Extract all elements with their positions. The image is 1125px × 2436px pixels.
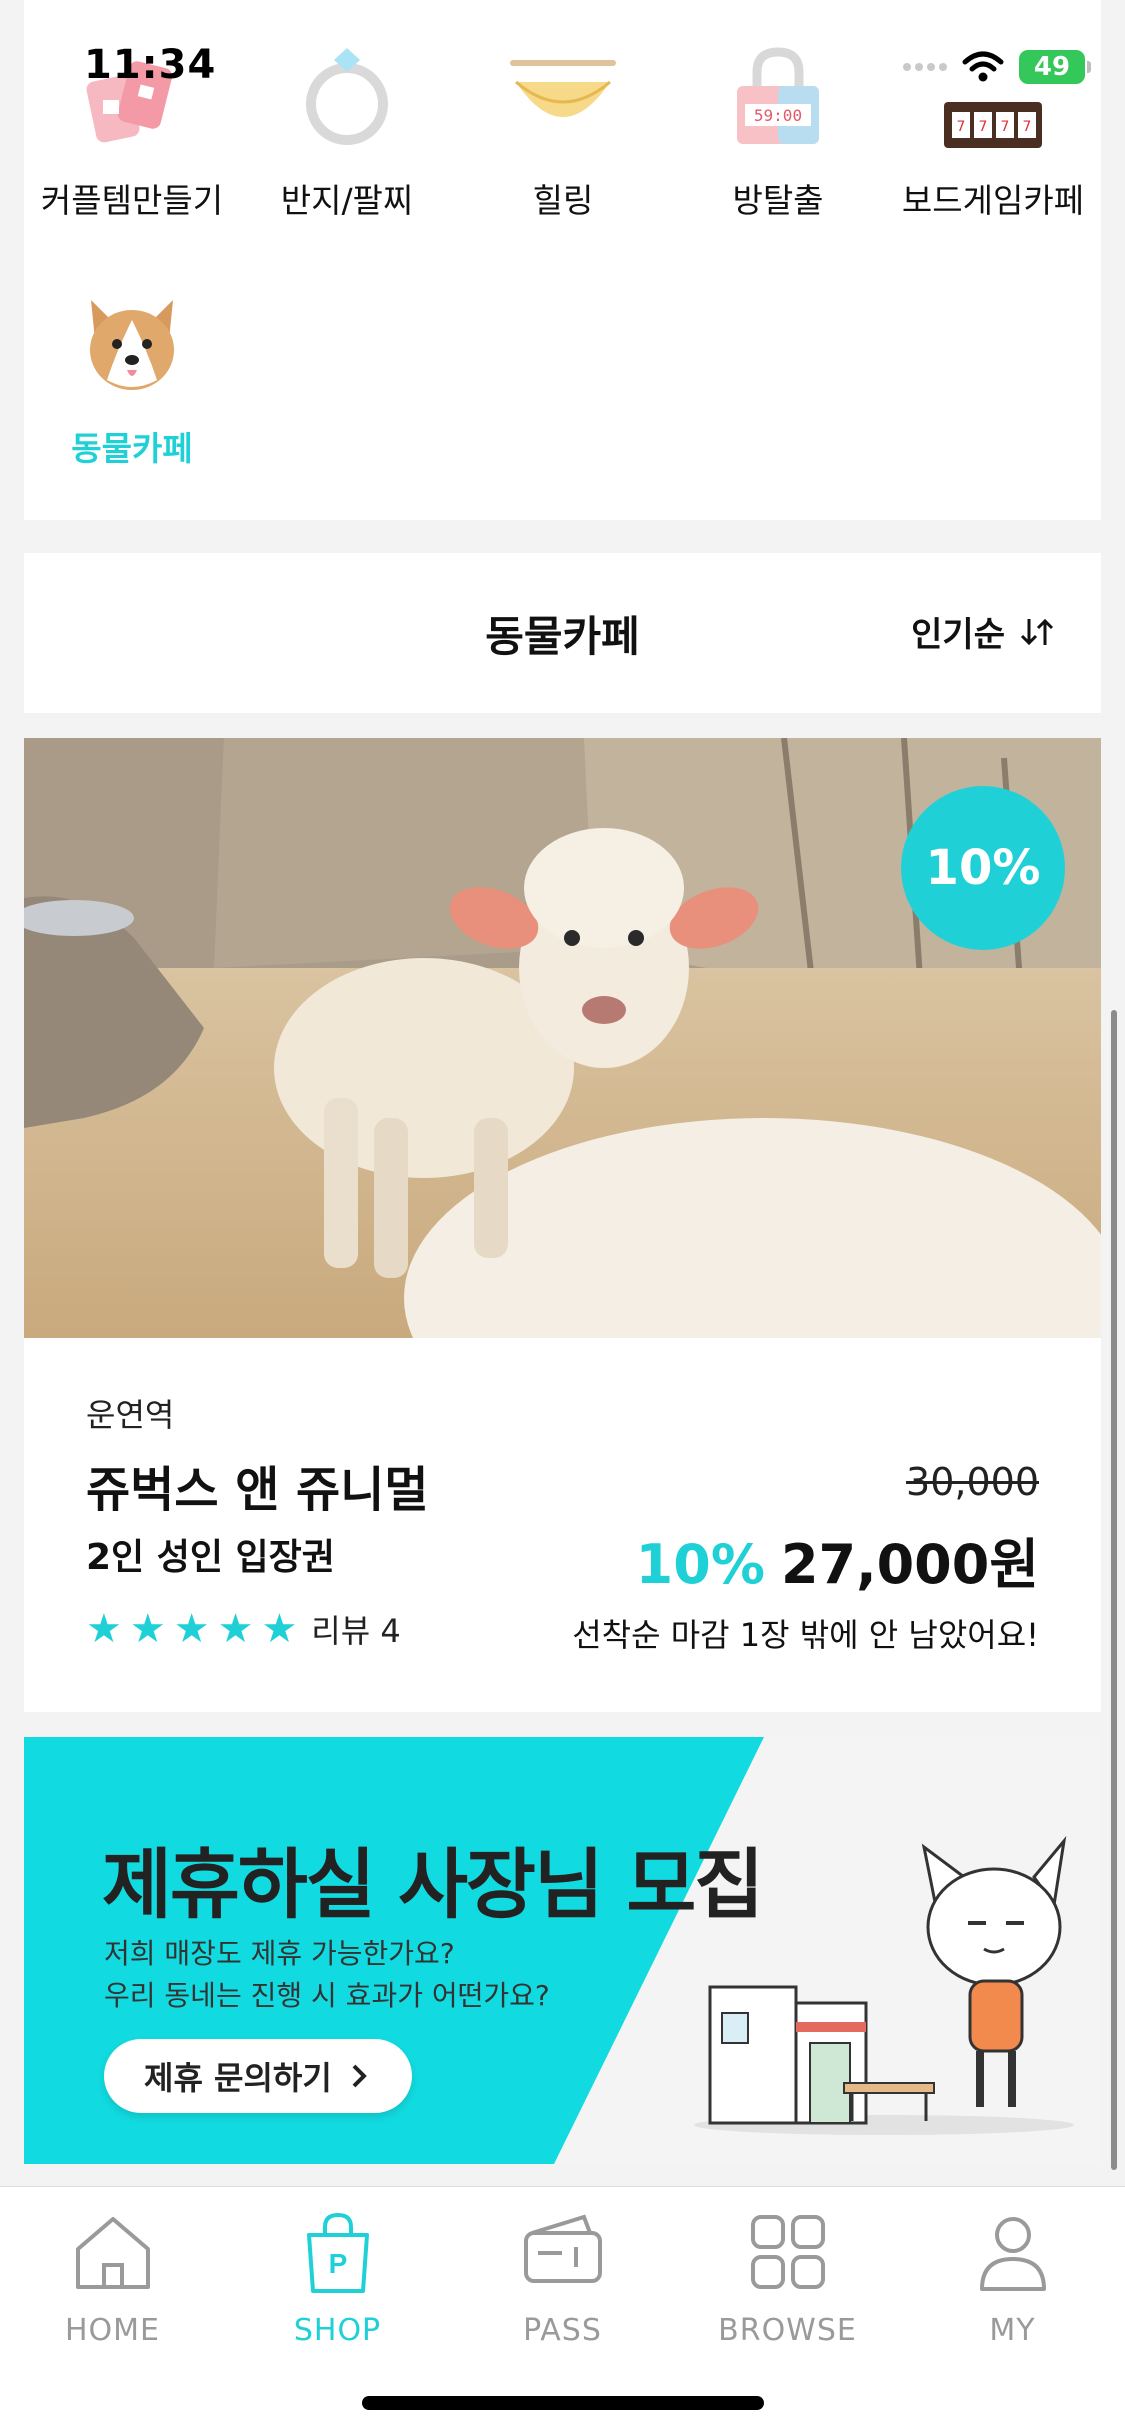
banner-subtitle: 저희 매장도 제휴 가능한가요? 우리 동네는 진행 시 효과가 어떤가요? [104,1933,550,2017]
tab-my[interactable]: MY [900,2207,1125,2348]
rating: ★ ★ ★ ★ ★ 리뷰 4 [86,1606,401,1652]
svg-text:7: 7 [979,119,988,135]
status-icons: 49 [903,50,1091,84]
banner-subtitle-line: 우리 동네는 진행 시 효과가 어떤가요? [104,1979,550,2012]
sort-button[interactable]: 인기순 [911,607,1055,656]
svg-text:P: P [328,2248,347,2279]
shopping-bag-icon: P [306,2212,369,2293]
tab-label: BROWSE [718,2313,857,2348]
battery-indicator: 49 [1019,50,1091,84]
category-healing[interactable]: 힐링 [455,0,671,222]
star-icon: ★ [261,1606,298,1652]
product-name: 쥬벅스 앤 쥬니멀 [86,1462,429,1518]
sort-label: 인기순 [911,615,1005,655]
tab-label: HOME [64,2313,160,2348]
tab-label: PASS [523,2313,602,2348]
star-icon: ★ [129,1606,166,1652]
section-header: 동물카페 인기순 [24,553,1101,713]
tab-home[interactable]: HOME [0,2207,225,2348]
svg-text:7: 7 [957,119,966,135]
person-icon [979,2217,1046,2291]
sale-price: 27,000원 [780,1533,1039,1596]
product-option: 2인 성인 입장권 [86,1537,335,1578]
dog-icon [77,290,187,400]
tab-browse[interactable]: BROWSE [675,2207,900,2348]
svg-text:7: 7 [1023,119,1032,135]
stock-notice: 선착순 마감 1장 밖에 안 남았어요! [572,1616,1039,1654]
ring-icon [292,42,402,152]
category-label: 반지/팔찌 [280,181,414,220]
hammock-icon [508,42,618,152]
category-animal-cafe[interactable]: 동물카페 [24,250,240,470]
category-ring[interactable]: 반지/팔찌 [239,0,455,222]
category-board-game[interactable]: 7 7 7 7 보드게임카페 [885,0,1101,222]
svg-text:59:00: 59:00 [754,106,802,125]
star-icon: ★ [173,1606,210,1652]
sort-arrows-icon [1020,618,1054,645]
product-location: 운연역 [86,1396,175,1434]
star-icon: ★ [217,1606,254,1652]
tab-label: MY [989,2313,1036,2348]
banner-title: 제휴하실 사장님 모집 [102,1840,764,1929]
category-label: 힐링 [532,181,594,220]
product-image[interactable]: 10% [24,738,1101,1338]
tab-shop[interactable]: P SHOP [225,2207,450,2348]
category-label: 보드게임카페 [901,181,1085,220]
category-couple-item[interactable]: 커플템만들기 [24,0,240,222]
status-time: 11:34 [84,42,217,88]
grid-icon [750,2215,825,2289]
category-label: 커플템만들기 [40,181,224,220]
category-label: 동물카페 [71,429,193,468]
price-row: 10% 27,000원 [636,1520,1039,1599]
partner-inquiry-button[interactable]: 제휴 문의하기 [104,2039,412,2113]
product-card[interactable]: 10% 운연역 쥬벅스 앤 쥬니멀 2인 성인 입장권 ★ ★ ★ ★ ★ 리뷰… [24,738,1101,1712]
partner-banner[interactable]: 제휴하실 사장님 모집 저희 매장도 제휴 가능한가요? 우리 동네는 진행 시… [24,1737,1101,2164]
banner-subtitle-line: 저희 매장도 제휴 가능한가요? [104,1937,455,1970]
svg-text:7: 7 [1001,119,1010,135]
home-icon [75,2217,150,2289]
category-label: 방탈출 [732,181,824,220]
tab-label: SHOP [293,2313,382,2348]
review-count: 리뷰 4 [311,1612,401,1650]
star-icon: ★ [86,1606,122,1652]
ticket-icon [523,2214,602,2283]
chevron-right-icon [352,2064,367,2088]
home-indicator[interactable] [362,2396,764,2410]
category-escape-room[interactable]: 59:00 방탈출 [670,0,886,222]
discount-badge: 10% [901,786,1065,950]
screen: 11:34 49 커플템만들기 반지/팔찌 힐링 59:00 방탈출 7 7 7… [0,0,1125,2436]
scrollbar[interactable] [1111,1010,1117,2170]
partner-inquiry-label: 제휴 문의하기 [144,2059,332,2097]
wifi-icon [962,51,1004,82]
signal-icon [903,63,947,71]
tab-pass[interactable]: PASS [450,2207,675,2348]
escape-room-lock-icon: 59:00 [723,42,833,152]
discount-percent: 10% [635,1533,765,1596]
original-price: 30,000 [906,1460,1039,1504]
